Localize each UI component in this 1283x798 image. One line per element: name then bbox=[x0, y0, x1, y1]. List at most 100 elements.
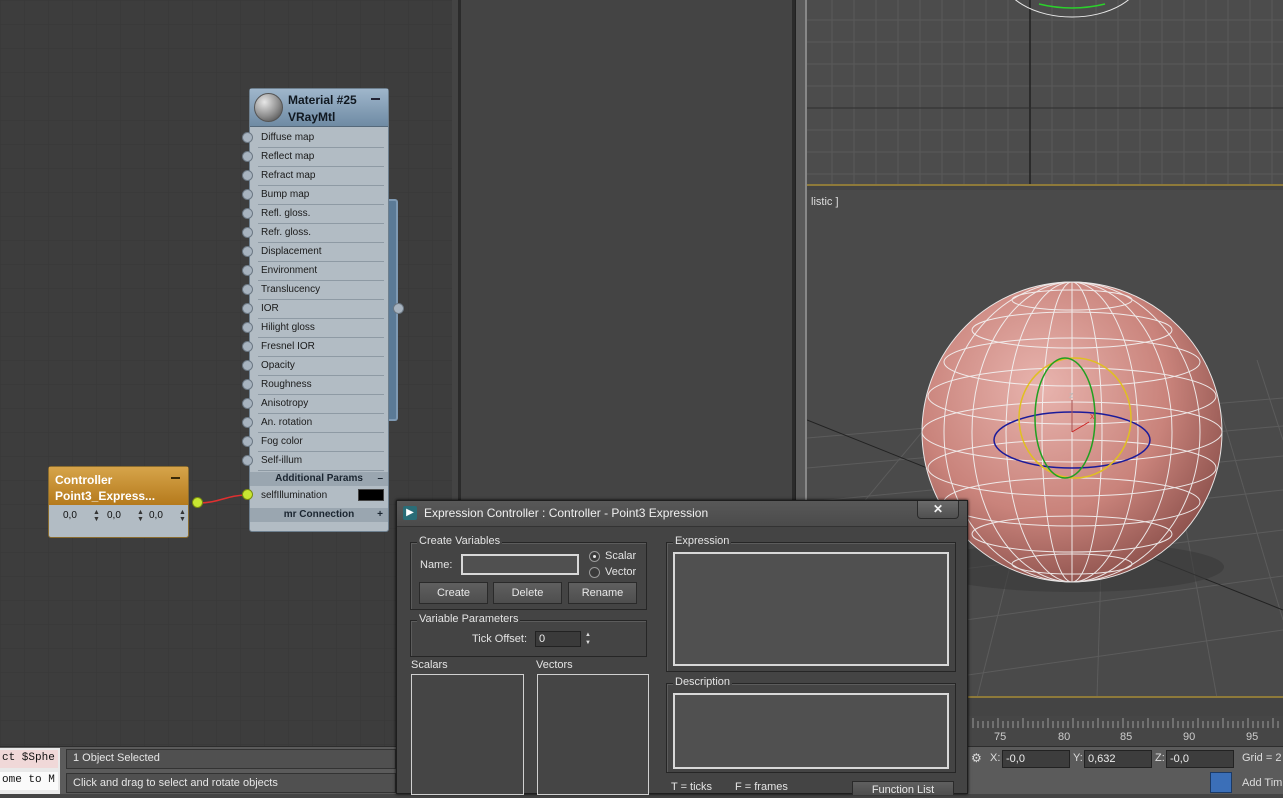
material-slot[interactable]: Bump map bbox=[250, 186, 388, 205]
material-slot[interactable]: Displacement bbox=[250, 243, 388, 262]
description-textarea[interactable] bbox=[673, 693, 949, 769]
delete-button[interactable]: Delete bbox=[493, 582, 562, 604]
lock-selection-icon[interactable]: ⚙ bbox=[971, 751, 983, 765]
material-slot[interactable]: Roughness bbox=[250, 376, 388, 395]
spinner-icon[interactable]: ▲ ▼ bbox=[583, 631, 593, 647]
spinner-icon[interactable]: ▲ ▼ bbox=[137, 509, 144, 523]
input-socket[interactable] bbox=[242, 151, 253, 162]
group-title: Create Variables bbox=[417, 535, 503, 547]
scalar-radio[interactable] bbox=[589, 551, 600, 562]
expression-controller-dialog[interactable]: ▶ Expression Controller : Controller - P… bbox=[396, 500, 968, 796]
material-node-header[interactable]: Material #25 VRayMtl bbox=[250, 89, 388, 127]
spinner-icon[interactable]: ▲ ▼ bbox=[179, 509, 186, 523]
tick-offset-input[interactable]: 0 bbox=[535, 631, 581, 647]
material-slot[interactable]: Refl. gloss. bbox=[250, 205, 388, 224]
input-socket[interactable] bbox=[242, 436, 253, 447]
expression-textarea[interactable] bbox=[673, 552, 949, 666]
rename-button[interactable]: Rename bbox=[568, 582, 637, 604]
x-coord-input[interactable]: -0,0 bbox=[1002, 750, 1070, 768]
material-slot[interactable]: Refr. gloss. bbox=[250, 224, 388, 243]
value-x[interactable]: 0,0 bbox=[63, 510, 77, 521]
additional-params-label: Additional Params bbox=[275, 473, 363, 484]
input-socket[interactable] bbox=[242, 265, 253, 276]
input-socket[interactable] bbox=[242, 360, 253, 371]
input-socket[interactable] bbox=[242, 303, 253, 314]
maxscript-output-line[interactable]: ome to M bbox=[0, 772, 58, 790]
add-time-tag[interactable]: Add Tim bbox=[1242, 777, 1282, 789]
slot-label: selfIllumination bbox=[261, 490, 328, 501]
input-socket[interactable] bbox=[242, 189, 253, 200]
material-type: VRayMtl bbox=[288, 110, 336, 124]
material-slot[interactable]: An. rotation bbox=[250, 414, 388, 433]
material-slot[interactable]: Environment bbox=[250, 262, 388, 281]
collapse-icon[interactable] bbox=[171, 477, 180, 479]
input-socket[interactable] bbox=[242, 398, 253, 409]
material-slot[interactable]: Translucency bbox=[250, 281, 388, 300]
material-node[interactable]: Material #25 VRayMtl Additional Params –… bbox=[249, 88, 389, 532]
input-socket[interactable] bbox=[242, 455, 253, 466]
controller-node[interactable]: Controller Point3_Express... 0,0 ▲ ▼ 0,0 … bbox=[48, 466, 189, 538]
input-socket[interactable] bbox=[242, 132, 253, 143]
group-title: Description bbox=[673, 676, 733, 688]
frames-legend: F = frames bbox=[735, 781, 788, 793]
additional-params-rollout[interactable]: Additional Params – bbox=[250, 472, 388, 486]
input-socket[interactable] bbox=[242, 379, 253, 390]
slot-label: Translucency bbox=[261, 284, 321, 295]
close-button[interactable]: ✕ bbox=[917, 501, 959, 519]
svg-text:z: z bbox=[1069, 390, 1074, 400]
y-label: Y: bbox=[1073, 752, 1083, 764]
material-slot[interactable]: Opacity bbox=[250, 357, 388, 376]
create-button[interactable]: Create bbox=[419, 582, 488, 604]
material-slot[interactable]: Reflect map bbox=[250, 148, 388, 167]
viewport-top[interactable] bbox=[807, 0, 1283, 186]
timeline-ruler[interactable]: 75 80 85 90 95 bbox=[968, 716, 1283, 746]
material-slot[interactable]: Self-illum bbox=[250, 452, 388, 471]
name-label: Name: bbox=[420, 559, 453, 571]
input-socket[interactable] bbox=[242, 284, 253, 295]
material-slot[interactable]: Diffuse map bbox=[250, 129, 388, 148]
material-slot[interactable]: Refract map bbox=[250, 167, 388, 186]
slot-label: Fog color bbox=[261, 436, 303, 447]
prompt-status: Click and drag to select and rotate obje… bbox=[73, 777, 278, 789]
output-socket-controller[interactable] bbox=[192, 497, 203, 508]
material-slot[interactable]: Anisotropy bbox=[250, 395, 388, 414]
selection-status: 1 Object Selected bbox=[73, 752, 160, 764]
collapse-icon[interactable] bbox=[371, 98, 380, 100]
variable-name-input[interactable] bbox=[461, 554, 579, 575]
value-y[interactable]: 0,0 bbox=[107, 510, 121, 521]
z-coord-input[interactable]: -0,0 bbox=[1166, 750, 1234, 768]
material-slot[interactable]: Hilight gloss bbox=[250, 319, 388, 338]
maxscript-listener[interactable]: ct $Sphe ome to M bbox=[0, 748, 60, 794]
input-socket[interactable] bbox=[242, 227, 253, 238]
slate-view[interactable]: Material #25 VRayMtl Additional Params –… bbox=[0, 0, 452, 746]
material-slot[interactable]: IOR bbox=[250, 300, 388, 319]
scalars-list[interactable] bbox=[411, 674, 524, 795]
spinner-icon[interactable]: ▲ ▼ bbox=[93, 509, 100, 523]
vectors-label: Vectors bbox=[536, 659, 573, 671]
slot-label: Anisotropy bbox=[261, 398, 309, 409]
material-slot[interactable]: Fog color bbox=[250, 433, 388, 452]
slot-selfillumination[interactable]: selfIllumination bbox=[250, 487, 388, 506]
function-list-button[interactable]: Function List bbox=[852, 781, 954, 796]
input-socket[interactable] bbox=[242, 341, 253, 352]
dialog-titlebar[interactable]: ▶ Expression Controller : Controller - P… bbox=[397, 501, 967, 527]
input-socket[interactable] bbox=[242, 170, 253, 181]
color-swatch[interactable] bbox=[358, 489, 384, 501]
y-coord-input[interactable]: 0,632 bbox=[1084, 750, 1152, 768]
slot-divider bbox=[258, 470, 384, 471]
vectors-list[interactable] bbox=[537, 674, 649, 795]
input-socket[interactable] bbox=[242, 208, 253, 219]
maxscript-macro-line[interactable]: ct $Sphe bbox=[0, 750, 58, 768]
controller-node-header[interactable]: Controller Point3_Express... bbox=[49, 467, 188, 505]
value-z[interactable]: 0,0 bbox=[149, 510, 163, 521]
input-socket[interactable] bbox=[242, 322, 253, 333]
material-slot[interactable]: Fresnel IOR bbox=[250, 338, 388, 357]
x-label: X: bbox=[990, 752, 1001, 764]
mr-connection-rollout[interactable]: mr Connection + bbox=[250, 508, 388, 522]
input-socket[interactable] bbox=[242, 246, 253, 257]
input-socket-selfillumination[interactable] bbox=[242, 489, 253, 500]
output-socket[interactable] bbox=[393, 303, 404, 314]
vector-radio[interactable] bbox=[589, 567, 600, 578]
input-socket[interactable] bbox=[242, 417, 253, 428]
time-tag-icon[interactable] bbox=[1210, 772, 1232, 793]
